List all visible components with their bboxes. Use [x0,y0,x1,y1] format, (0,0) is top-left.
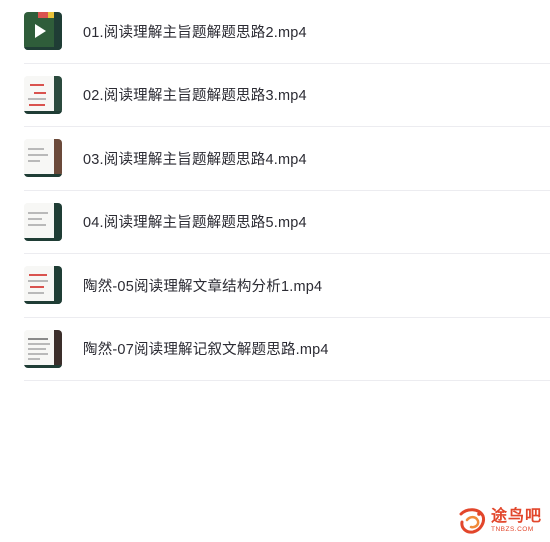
video-thumbnail-icon [24,75,62,114]
file-name: 01.阅读理解主旨题解题思路2.mp4 [83,24,307,41]
video-thumbnail-icon [24,329,62,368]
file-row[interactable]: 陶然-05阅读理解文章结构分析1.mp4 [24,254,550,318]
watermark-subtitle: TNBZS.COM [490,525,534,533]
file-name: 陶然-05阅读理解文章结构分析1.mp4 [83,278,323,295]
file-row[interactable]: 04.阅读理解主旨题解题思路5.mp4 [24,191,550,254]
file-name: 陶然-07阅读理解记叙文解题思路.mp4 [83,342,329,359]
file-row[interactable]: 02.阅读理解主旨题解题思路3.mp4 [24,64,550,127]
watermark-logo: 途鸟吧 TNBZS.COM [457,506,542,536]
file-name: 04.阅读理解主旨题解题思路5.mp4 [83,215,307,232]
file-row[interactable]: 陶然-07阅读理解记叙文解题思路.mp4 [24,318,550,381]
file-name: 02.阅读理解主旨题解题思路3.mp4 [83,88,307,105]
video-thumbnail-icon [24,202,62,241]
video-thumbnail-icon [24,12,62,51]
file-row[interactable]: 01.阅读理解主旨题解题思路2.mp4 [24,0,550,64]
watermark-title: 途鸟吧 [490,507,542,525]
file-name: 03.阅读理解主旨题解题思路4.mp4 [83,151,307,168]
file-list: 01.阅读理解主旨题解题思路2.mp4 02.阅读理解主旨题解题思路3.mp4 … [24,0,550,381]
video-thumbnail-icon [24,139,62,178]
file-row[interactable]: 03.阅读理解主旨题解题思路4.mp4 [24,127,550,191]
video-thumbnail-icon [24,266,62,305]
bird-logo-icon [459,508,485,534]
